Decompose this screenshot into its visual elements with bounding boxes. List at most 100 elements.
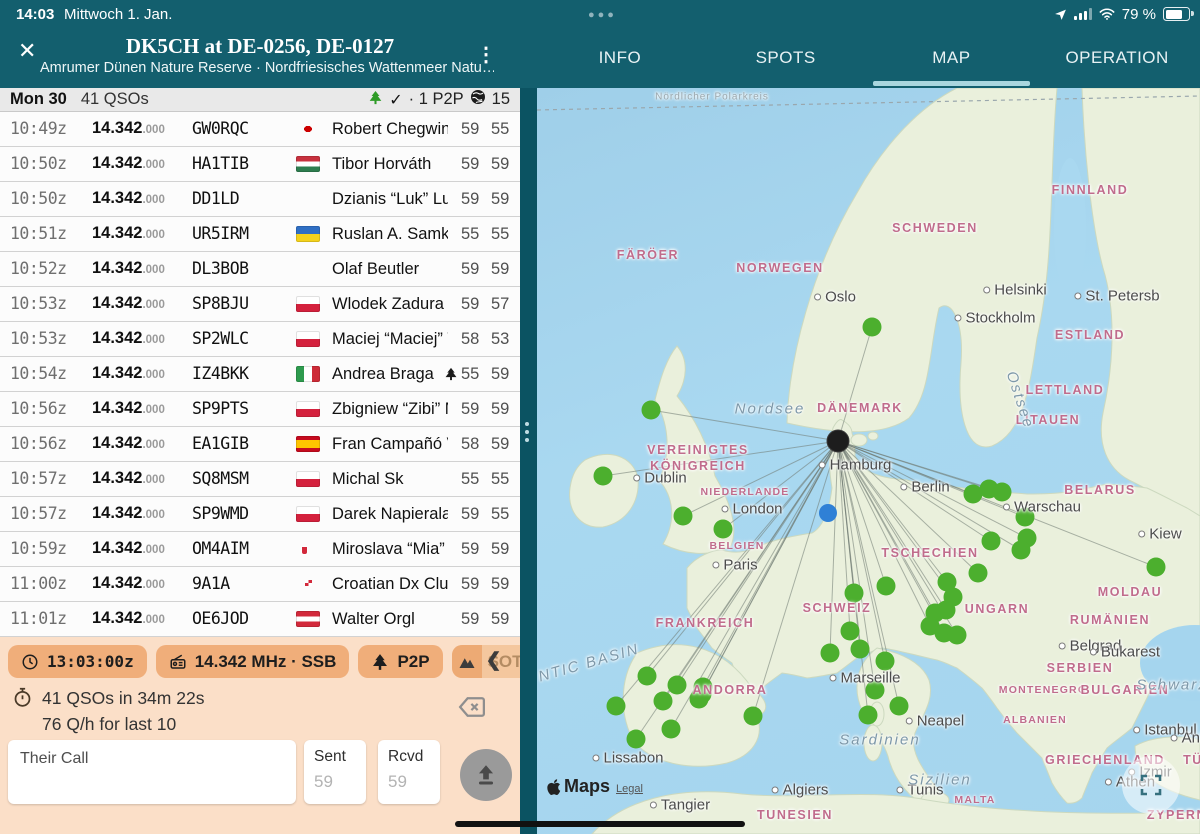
chevron-left-icon: ❮ bbox=[486, 649, 502, 672]
tree-icon bbox=[371, 653, 389, 671]
tab-spots[interactable]: SPOTS bbox=[703, 28, 869, 88]
qso-row-UR5IRM[interactable]: 10:51z14.342.000UR5IRMRuslan A. Samkov55… bbox=[0, 217, 520, 252]
apple-maps-logo: Maps bbox=[547, 776, 610, 797]
qso-row-SP2WLC[interactable]: 10:53z14.342.000SP2WLCMaciej “Maciej” W5… bbox=[0, 322, 520, 357]
qso-row-GW0RQC[interactable]: 10:49z14.342.000GW0RQCRobert Chegwin5955 bbox=[0, 112, 520, 147]
log-qso-count: 41 QSOs bbox=[81, 90, 149, 109]
qso-map-marker[interactable] bbox=[674, 507, 693, 526]
their-call-input[interactable]: Their Call bbox=[8, 740, 296, 804]
qso-map-marker[interactable] bbox=[638, 667, 657, 686]
chip-sota[interactable]: ❮SOTA bbox=[452, 645, 520, 678]
qso-map-marker[interactable] bbox=[607, 697, 626, 716]
qso-row-OM4AIM[interactable]: 10:59z14.342.000OM4AIMMiroslava “Mia” H5… bbox=[0, 532, 520, 567]
rcvd-rst-input[interactable]: Rcvd 59 bbox=[378, 740, 440, 804]
mountain-icon bbox=[452, 645, 482, 678]
flag-spain-icon bbox=[296, 436, 320, 452]
qso-map-marker[interactable] bbox=[662, 720, 681, 739]
station-map-marker[interactable] bbox=[827, 430, 849, 452]
tab-bar: INFOSPOTSMAPOPERATION bbox=[537, 28, 1200, 88]
qso-row-SP9PTS[interactable]: 10:56z14.342.000SP9PTSZbigniew “Zibi” Mi… bbox=[0, 392, 520, 427]
map-label-st-petersb: St. Petersb bbox=[1074, 288, 1159, 305]
map-label-andorra: ANDORRA bbox=[692, 683, 767, 697]
qso-frequency: 14.342.000 bbox=[92, 224, 165, 243]
map-label-nordsee: Nordsee bbox=[735, 401, 806, 418]
qso-time: 10:49z bbox=[10, 119, 67, 138]
qso-row-DL3BOB[interactable]: 10:52z14.342.000DL3BOBOlaf Beutler5959 bbox=[0, 252, 520, 287]
tab-operation[interactable]: OPERATION bbox=[1034, 28, 1200, 88]
qso-map-marker[interactable] bbox=[948, 626, 967, 645]
qso-rst-sent: 59 bbox=[461, 120, 479, 139]
qso-rst-rcvd: 59 bbox=[491, 400, 509, 419]
qso-rst-sent: 59 bbox=[461, 505, 479, 524]
qso-row-SP8BJU[interactable]: 10:53z14.342.000SP8BJUWlodek Zadura5957 bbox=[0, 287, 520, 322]
qso-map-marker[interactable] bbox=[821, 644, 840, 663]
page-subtitle: Amrumer Dünen Nature Reserve · Nordfries… bbox=[40, 60, 494, 76]
qso-row-SQ8MSM[interactable]: 10:57z14.342.000SQ8MSMMichal Sk5555 bbox=[0, 462, 520, 497]
qso-row-EA1GIB[interactable]: 10:56z14.342.000EA1GIBFran Campañó Va585… bbox=[0, 427, 520, 462]
qso-row-OE6JOD[interactable]: 11:01z14.342.000OE6JODWalter Orgl5959 bbox=[0, 602, 520, 637]
qso-map-marker[interactable] bbox=[969, 564, 988, 583]
tab-map[interactable]: MAP bbox=[869, 28, 1035, 88]
map-label-belgien: BELGIEN bbox=[709, 540, 764, 552]
fullscreen-button[interactable] bbox=[1122, 756, 1180, 814]
radio-icon bbox=[169, 653, 187, 671]
qso-callsign: SQ8MSM bbox=[192, 469, 249, 488]
qso-map-marker[interactable] bbox=[627, 730, 646, 749]
sent-label: Sent bbox=[314, 748, 346, 766]
qso-map-marker[interactable] bbox=[668, 676, 687, 695]
qso-time: 10:52z bbox=[10, 259, 67, 278]
qso-map-marker[interactable] bbox=[877, 577, 896, 596]
qso-frequency: 14.342.000 bbox=[92, 469, 165, 488]
qso-map-marker[interactable] bbox=[841, 622, 860, 641]
chip-p2p[interactable]: P2P bbox=[358, 645, 442, 678]
qso-map-marker[interactable] bbox=[714, 520, 733, 539]
chip-13-03-00z[interactable]: 13:03:00z bbox=[8, 645, 147, 678]
qso-row-IZ4BKK[interactable]: 10:54z14.342.000IZ4BKKAndrea Braga5559 bbox=[0, 357, 520, 392]
qso-row-SP9WMD[interactable]: 10:57z14.342.000SP9WMDDarek Napierala595… bbox=[0, 497, 520, 532]
backspace-button[interactable] bbox=[452, 692, 492, 727]
qso-rst-rcvd: 53 bbox=[491, 330, 509, 349]
qso-map-marker[interactable] bbox=[851, 640, 870, 659]
kebab-menu-icon[interactable]: ⋮ bbox=[476, 42, 496, 67]
qso-row-DD1LD[interactable]: 10:50z14.342.000DD1LDDzianis “Luk” Luka5… bbox=[0, 182, 520, 217]
qso-map-marker[interactable] bbox=[744, 707, 763, 726]
map-label-tschechien: TSCHECHIEN bbox=[881, 546, 978, 560]
qso-map-marker[interactable] bbox=[845, 584, 864, 603]
close-icon[interactable]: ✕ bbox=[18, 40, 36, 62]
qso-rst-rcvd: 59 bbox=[491, 435, 509, 454]
log-qso-button[interactable] bbox=[460, 749, 512, 801]
qso-map-marker[interactable] bbox=[642, 401, 661, 420]
map-view[interactable]: FÄRÖERNORWEGENSCHWEDENFINNLANDESTLANDLET… bbox=[537, 88, 1200, 834]
map-label-färöer: FÄRÖER bbox=[617, 248, 679, 262]
qso-map-marker[interactable] bbox=[982, 532, 1001, 551]
split-divider[interactable] bbox=[520, 88, 537, 834]
qso-map-marker[interactable] bbox=[859, 706, 878, 725]
qso-row-HA1TIB[interactable]: 10:50z14.342.000HA1TIBTibor Horváth5959 bbox=[0, 147, 520, 182]
qso-map-marker[interactable] bbox=[594, 467, 613, 486]
activation-header: ✕ DK5CH at DE-0256, DE-0127 Amrumer Düne… bbox=[0, 28, 520, 88]
sent-rst-input[interactable]: Sent 59 bbox=[304, 740, 366, 804]
tab-info[interactable]: INFO bbox=[537, 28, 703, 88]
qso-map-marker[interactable] bbox=[654, 692, 673, 711]
qso-map-marker[interactable] bbox=[863, 318, 882, 337]
chip-14-342-mhz-ssb[interactable]: 14.342 MHz · SSB bbox=[156, 645, 350, 678]
qso-operator-name: Walter Orgl bbox=[332, 610, 448, 629]
spot-map-marker-blue[interactable] bbox=[819, 504, 837, 522]
qso-time: 10:56z bbox=[10, 434, 67, 453]
map-label-marseille: Marseille bbox=[829, 670, 900, 687]
qso-callsign: SP9WMD bbox=[192, 504, 249, 523]
qso-callsign: DD1LD bbox=[192, 189, 239, 208]
qso-rst-sent: 59 bbox=[461, 610, 479, 629]
map-label-finnland: FINNLAND bbox=[1052, 183, 1129, 197]
legal-link[interactable]: Legal bbox=[616, 783, 643, 795]
map-label-belarus: BELARUS bbox=[1064, 483, 1136, 497]
qso-row-9A1A[interactable]: 11:00z14.342.0009A1ACroatian Dx Club -59… bbox=[0, 567, 520, 602]
home-indicator[interactable] bbox=[455, 821, 745, 827]
qso-rst-sent: 58 bbox=[461, 330, 479, 349]
qso-map-marker[interactable] bbox=[1012, 541, 1031, 560]
map-label-ank: Ank bbox=[1171, 730, 1200, 747]
qso-map-marker[interactable] bbox=[1147, 558, 1166, 577]
qso-map-marker[interactable] bbox=[876, 652, 895, 671]
flag-poland-icon bbox=[296, 401, 320, 417]
qso-callsign: OE6JOD bbox=[192, 609, 249, 628]
